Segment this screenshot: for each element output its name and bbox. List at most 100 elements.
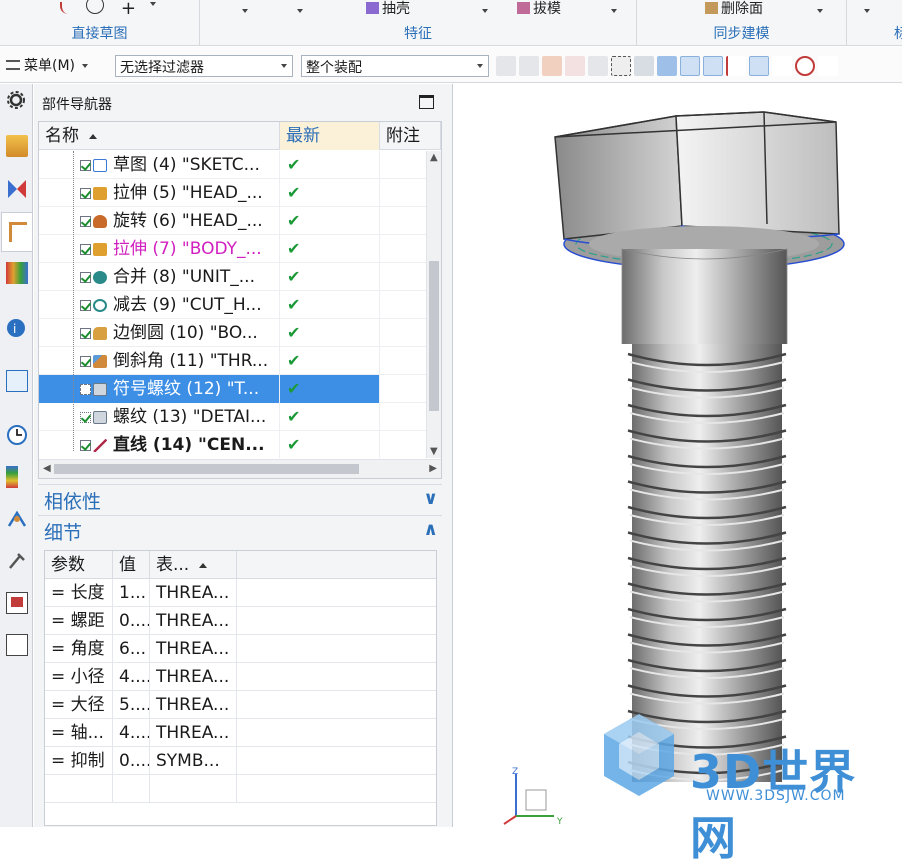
arc-icon[interactable] [60, 2, 70, 14]
document-list-icon[interactable] [6, 634, 28, 656]
column-param-header[interactable]: 参数 [45, 551, 113, 579]
scroll-up-icon[interactable]: ▲ [430, 152, 438, 163]
visibility-checkbox[interactable] [80, 328, 91, 339]
tree-row-symbolic-thread-12[interactable]: 符号螺纹 (12) "T... ✔ [39, 375, 427, 403]
scrollbar-thumb[interactable] [54, 464, 359, 474]
visibility-checkbox[interactable] [80, 384, 91, 395]
deselect-icon[interactable] [519, 56, 539, 76]
tree-row-sketch-4[interactable]: 草图 (4) "SKETC... ✔ [39, 151, 427, 179]
collapse-chevron-icon[interactable]: ∧ [423, 519, 438, 540]
scroll-right-icon[interactable]: ▶ [429, 463, 437, 474]
detail-row[interactable]: = 抑制 0.... SYMB... [45, 747, 436, 775]
line-snap-icon[interactable] [703, 56, 723, 76]
constraint-navigator-icon[interactable] [6, 178, 28, 200]
curve-snap-icon[interactable] [726, 56, 746, 76]
column-name-header[interactable]: 名称 [39, 122, 280, 150]
tree-row-extrude-7[interactable]: 拉伸 (7) "BODY_... ✔ [39, 235, 427, 263]
tree-row-unite-8[interactable]: 合并 (8) "UNIT_... ✔ [39, 263, 427, 291]
tree-vertical-scrollbar[interactable]: ▲ ▼ [426, 151, 441, 458]
draft-button[interactable]: 拔模 [517, 0, 561, 18]
visibility-checkbox[interactable] [80, 356, 91, 367]
plus-icon[interactable]: + [121, 0, 136, 18]
more-snap-icon[interactable] [818, 56, 838, 76]
detail-row[interactable]: = 角度 6... THREA... [45, 635, 436, 663]
center-snap-icon[interactable] [795, 56, 815, 76]
snap-point-icon[interactable] [565, 56, 585, 76]
intersection-icon[interactable] [772, 56, 792, 76]
scroll-left-icon[interactable]: ◀ [43, 463, 51, 474]
web-browser-icon[interactable]: i [6, 316, 28, 338]
assembly-scope-dropdown[interactable]: 整个装配 [301, 55, 489, 77]
detail-row[interactable]: = 小径 4.... THREA... [45, 663, 436, 691]
column-value-header[interactable]: 值 [113, 551, 150, 579]
detail-row[interactable]: = 长度 1... THREA... [45, 579, 436, 607]
dependencies-panel-header[interactable]: 相依性 ∨ [38, 484, 442, 513]
visibility-checkbox[interactable] [80, 272, 91, 283]
tree-row-thread-13[interactable]: 螺纹 (13) "DETAI... ✔ [39, 403, 427, 431]
dropdown-caret-icon[interactable] [297, 3, 303, 18]
detail-expression: SYMB... [150, 747, 237, 775]
tools-icon[interactable] [6, 550, 28, 572]
scroll-down-icon[interactable]: ▼ [430, 446, 438, 457]
roles-icon[interactable] [6, 508, 28, 530]
selection-filter-value: 无选择过滤器 [120, 60, 204, 76]
cube-icon[interactable] [657, 56, 677, 76]
symbolic-thread-icon [93, 383, 107, 396]
select-all-icon[interactable] [496, 56, 516, 76]
bolt-head [554, 111, 840, 262]
tree-row-chamfer-11[interactable]: 倒斜角 (11) "THR... ✔ [39, 347, 427, 375]
history-icon[interactable] [6, 370, 28, 392]
detail-row[interactable]: = 大径 5.... THREA... [45, 691, 436, 719]
tree-row-revolve-6[interactable]: 旋转 (6) "HEAD_... ✔ [39, 207, 427, 235]
scrollbar-thumb[interactable] [429, 261, 439, 411]
visibility-checkbox[interactable] [80, 440, 91, 451]
shell-button[interactable]: 抽壳 [366, 0, 410, 18]
detail-row[interactable]: = 螺距 0.... THREA... [45, 607, 436, 635]
reuse-library-icon[interactable] [6, 262, 28, 284]
visibility-checkbox[interactable] [80, 412, 91, 423]
dropdown-caret-icon[interactable] [242, 3, 248, 18]
dropdown-caret-icon[interactable] [817, 3, 823, 18]
dropdown-caret-icon[interactable] [611, 3, 617, 18]
expand-chevron-icon[interactable]: ∨ [423, 488, 438, 509]
more-caret-icon[interactable] [150, 0, 157, 12]
detail-row[interactable]: = 轴... 4.... THREA... [45, 719, 436, 747]
maximize-icon[interactable] [419, 95, 434, 109]
gear-icon[interactable] [6, 90, 28, 112]
graphics-window[interactable]: Z Y 3D世界网 WWW.3DSJW.COM [454, 84, 902, 865]
menu-button[interactable]: 菜单(M) [6, 55, 89, 75]
column-note-header[interactable]: 附注 [380, 122, 441, 150]
part-navigator-tab[interactable] [1, 212, 32, 252]
dropdown-caret-icon[interactable] [482, 3, 488, 18]
dropdown-caret-icon[interactable] [864, 3, 870, 18]
circle-icon[interactable] [86, 0, 105, 14]
assembly-navigator-icon[interactable] [6, 135, 28, 157]
delete-face-button[interactable]: 删除面 [705, 0, 763, 18]
tree-horizontal-scrollbar[interactable]: ◀ ▶ [39, 459, 441, 478]
visibility-checkbox[interactable] [80, 188, 91, 199]
tree-row-extrude-5[interactable]: 拉伸 (5) "HEAD_... ✔ [39, 179, 427, 207]
rectangle-select-icon[interactable] [611, 56, 631, 76]
draft-label: 拔模 [533, 1, 561, 17]
details-panel-header[interactable]: 细节 ∧ [38, 515, 442, 544]
visualization-icon[interactable] [6, 466, 18, 488]
solid-body-icon[interactable] [634, 56, 654, 76]
visibility-checkbox[interactable] [80, 300, 91, 311]
visibility-checkbox[interactable] [80, 160, 91, 171]
visibility-checkbox[interactable] [80, 244, 91, 255]
selection-filter-dropdown[interactable]: 无选择过滤器 [115, 55, 293, 77]
bolt-model[interactable]: Z Y [454, 84, 902, 827]
palette-icon[interactable] [6, 592, 28, 614]
spline-icon[interactable] [749, 56, 769, 76]
clock-icon[interactable] [6, 424, 28, 446]
column-expression-header[interactable]: 表... [150, 551, 237, 579]
filter-icon[interactable] [588, 56, 608, 76]
tree-row-edge-blend-10[interactable]: 边倒圆 (10) "BO... ✔ [39, 319, 427, 347]
visibility-checkbox[interactable] [80, 216, 91, 227]
tree-row-line-14[interactable]: 直线 (14) "CEN... ✔ [39, 431, 427, 458]
select-box-icon[interactable] [542, 56, 562, 76]
column-latest-header[interactable]: 最新 [280, 122, 380, 150]
point-snap-icon[interactable] [680, 56, 700, 76]
tree-row-subtract-9[interactable]: 减去 (9) "CUT_H... ✔ [39, 291, 427, 319]
sketch-tools[interactable]: + [60, 0, 157, 18]
